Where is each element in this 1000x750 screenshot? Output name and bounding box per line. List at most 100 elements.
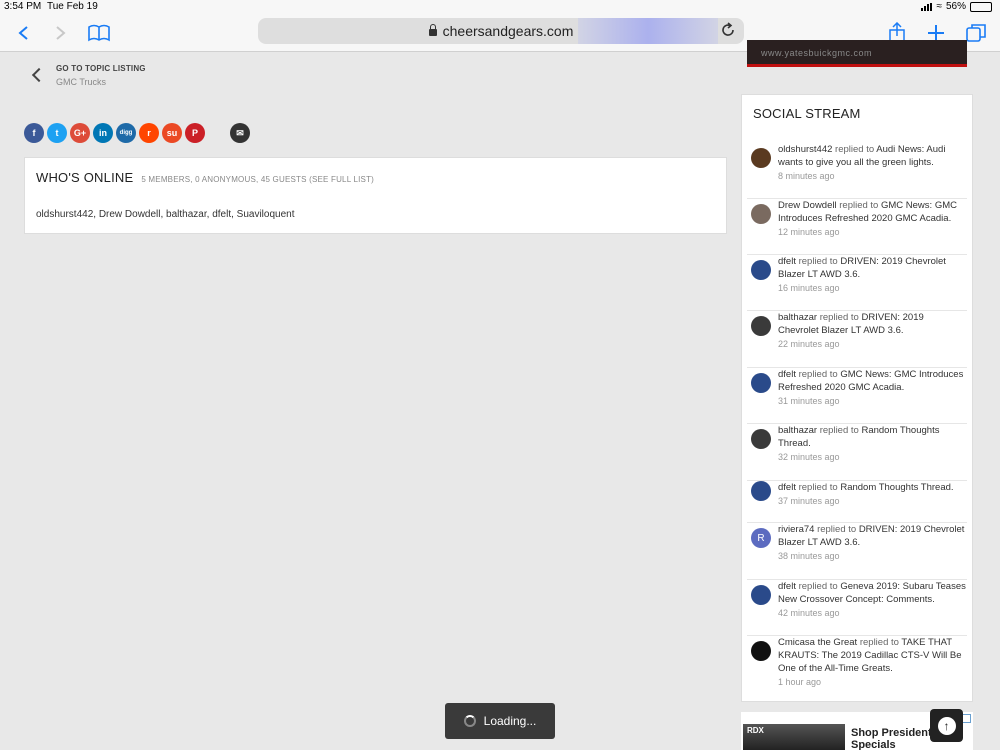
social-stream-title: SOCIAL STREAM [753,106,861,121]
stream-item-text: oldshurst442 replied to Audi News: Audi … [778,143,966,169]
stream-item-text: dfelt replied to GMC News: GMC Introduce… [778,368,966,394]
stream-item[interactable]: balthazar replied to Random Thoughts Thr… [747,424,967,481]
stream-item-text: balthazar replied to DRIVEN: 2019 Chevro… [778,311,966,337]
stream-item-text: dfelt replied to Geneva 2019: Subaru Tea… [778,580,966,606]
stream-user[interactable]: dfelt [778,369,796,380]
stream-topic-link[interactable]: Random Thoughts Thread. [840,482,953,493]
stream-user[interactable]: oldshurst442 [778,144,832,155]
avatar[interactable] [751,148,771,168]
whos-online-title: WHO'S ONLINE [36,170,134,185]
forward-nav-button[interactable] [48,20,74,46]
stream-user[interactable]: riviera74 [778,524,814,535]
arrow-up-icon: ↑ [937,716,956,735]
stream-user[interactable]: dfelt [778,256,796,267]
avatar[interactable] [751,481,771,501]
stream-user[interactable]: Cmicasa the Great [778,637,857,648]
stream-user[interactable]: Drew Dowdell [778,200,837,211]
stream-time: 32 minutes ago [778,452,840,462]
googleplus-icon[interactable]: G+ [70,123,90,143]
back-nav-button[interactable] [10,20,36,46]
wifi-icon: ≈ [936,1,942,12]
digg-icon[interactable]: digg [116,123,136,143]
reddit-icon[interactable]: r [139,123,159,143]
back-link-sub: GMC Trucks [56,77,107,87]
stream-item-text: dfelt replied to Random Thoughts Thread. [778,481,966,494]
see-full-list-link[interactable]: (SEE FULL LIST) [309,175,374,184]
reload-icon[interactable] [720,22,736,38]
stream-time: 42 minutes ago [778,608,840,618]
stream-action: replied to [835,144,875,155]
back-link-label: GO TO TOPIC LISTING [56,64,146,73]
pinterest-icon[interactable]: P [185,123,205,143]
address-bar[interactable]: cheersandgears.com [258,18,744,44]
scroll-to-top-button[interactable]: ↑ [930,709,963,742]
bookmarks-button[interactable] [86,20,112,46]
stumbleupon-icon[interactable]: su [162,123,182,143]
avatar[interactable]: R [751,528,771,548]
stream-action: replied to [819,425,859,436]
whos-online-panel: WHO'S ONLINE 5 MEMBERS, 0 ANONYMOUS, 45 … [24,157,727,234]
signal-icon [921,2,933,11]
stream-time: 8 minutes ago [778,171,835,181]
stream-time: 22 minutes ago [778,339,840,349]
stream-action: replied to [839,200,879,211]
spinner-icon [463,715,476,727]
status-right: ≈ 56% [921,1,992,12]
stream-time: 37 minutes ago [778,496,840,506]
stream-action: replied to [798,581,838,592]
ad-banner-top[interactable]: www.yatesbuickgmc.com [747,40,967,67]
avatar[interactable] [751,585,771,605]
battery-icon [970,1,992,12]
status-date: Tue Feb 19 [47,1,98,12]
stream-item[interactable]: dfelt replied to Random Thoughts Thread.… [747,481,967,523]
avatar[interactable] [751,641,771,661]
stream-item[interactable]: dfelt replied to Geneva 2019: Subaru Tea… [747,580,967,636]
online-members[interactable]: oldshurst442, Drew Dowdell, balthazar, d… [36,209,294,220]
stream-user[interactable]: balthazar [778,312,817,323]
chevron-left-icon [18,26,28,40]
avatar[interactable] [751,204,771,224]
share-icons: f t G+ in digg r su P ✉ [24,123,250,143]
stream-user[interactable]: dfelt [778,482,796,493]
stream-action: replied to [817,524,857,535]
go-to-topic-listing-link[interactable]: GO TO TOPIC LISTING GMC Trucks [31,64,146,87]
stream-item[interactable]: Rriviera74 replied to DRIVEN: 2019 Chevr… [747,523,967,580]
ad-banner-text: www.yatesbuickgmc.com [761,48,873,58]
stream-time: 38 minutes ago [778,551,840,561]
linkedin-icon[interactable]: in [93,123,113,143]
battery-percent: 56% [945,1,966,12]
avatar[interactable] [751,316,771,336]
chevron-left-icon [31,67,47,83]
stream-user[interactable]: dfelt [778,581,796,592]
stream-action: replied to [819,312,859,323]
stream-user[interactable]: balthazar [778,425,817,436]
stream-time: 16 minutes ago [778,283,840,293]
avatar[interactable] [751,429,771,449]
stream-item[interactable]: dfelt replied to DRIVEN: 2019 Chevrolet … [747,255,967,311]
facebook-icon[interactable]: f [24,123,44,143]
stream-action: replied to [798,482,838,493]
stream-item[interactable]: balthazar replied to DRIVEN: 2019 Chevro… [747,311,967,368]
status-time: 3:54 PM [4,1,42,12]
stream-item-text: Cmicasa the Great replied to TAKE THAT K… [778,636,966,675]
stream-time: 12 minutes ago [778,227,840,237]
avatar[interactable] [751,373,771,393]
stream-action: replied to [859,637,899,648]
stream-item-text: balthazar replied to Random Thoughts Thr… [778,424,966,450]
stream-item[interactable]: Cmicasa the Great replied to TAKE THAT K… [747,636,967,690]
stream-time: 31 minutes ago [778,396,840,406]
ad-badge: RDX [747,726,764,735]
loading-toast: Loading... [445,703,555,739]
stream-item-text: dfelt replied to DRIVEN: 2019 Chevrolet … [778,255,966,281]
stream-item[interactable]: oldshurst442 replied to Audi News: Audi … [747,143,967,199]
twitter-icon[interactable]: t [47,123,67,143]
stream-item[interactable]: dfelt replied to GMC News: GMC Introduce… [747,368,967,424]
stream-item[interactable]: Drew Dowdell replied to GMC News: GMC In… [747,199,967,255]
online-counts: 5 MEMBERS, 0 ANONYMOUS, 45 GUESTS (SEE F… [141,175,374,184]
adchoices-icon[interactable] [962,714,971,723]
email-icon[interactable]: ✉ [230,123,250,143]
avatar[interactable] [751,260,771,280]
social-stream-panel: SOCIAL STREAM oldshurst442 replied to Au… [741,94,973,702]
tabs-icon [966,24,986,42]
online-counts-text: 5 MEMBERS, 0 ANONYMOUS, 45 GUESTS [141,175,307,184]
